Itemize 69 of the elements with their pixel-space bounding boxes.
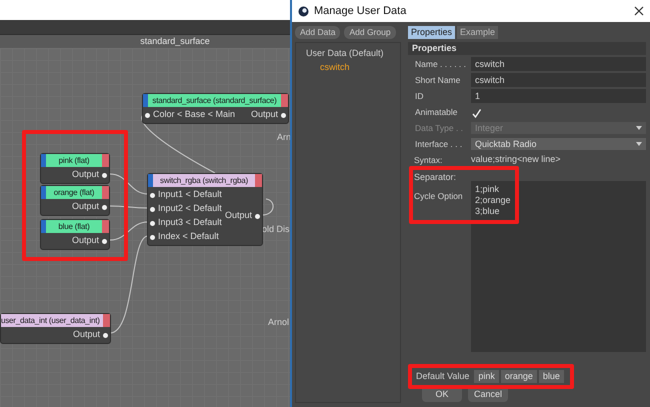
dropdown[interactable]: Quicktab Radio bbox=[471, 138, 646, 150]
option-tab[interactable]: blue bbox=[538, 370, 564, 383]
field-label: Default Value bbox=[416, 370, 470, 382]
tree-item[interactable]: User Data (Default) bbox=[300, 46, 396, 60]
caret-icon bbox=[636, 142, 642, 146]
port-label: Arnol bbox=[268, 316, 290, 329]
section-header: Properties bbox=[408, 42, 646, 55]
field-label: Name . . . . . . bbox=[414, 58, 468, 70]
port-icon[interactable] bbox=[102, 204, 107, 210]
dialog-title: Manage User Data bbox=[314, 4, 408, 19]
output-label: Output bbox=[72, 200, 99, 214]
output-label: Output bbox=[72, 168, 99, 182]
port-icon[interactable] bbox=[102, 172, 107, 178]
field-label: Separator: bbox=[413, 171, 458, 184]
node-header: user_data_int (user_data_int) bbox=[1, 314, 110, 327]
field-label: Data Type . . bbox=[414, 122, 464, 134]
node[interactable]: user_data_int (user_data_int) Output bbox=[0, 313, 111, 344]
port-icon[interactable] bbox=[281, 112, 286, 118]
field-label: ID bbox=[414, 90, 424, 102]
node[interactable]: pink (flat) Output bbox=[40, 153, 110, 184]
node-header: orange (flat) bbox=[41, 186, 109, 199]
checkbox[interactable] bbox=[471, 106, 482, 118]
connection-line bbox=[110, 206, 148, 208]
toolbar-button[interactable]: Add Data bbox=[295, 26, 340, 39]
node-header: switch_rgba (switch_rgba) bbox=[148, 174, 262, 187]
app-icon bbox=[298, 6, 309, 16]
node-header: standard_surface (standard_surface) bbox=[143, 94, 288, 107]
port-icon[interactable] bbox=[150, 206, 155, 212]
input-label: Index < Default bbox=[158, 230, 219, 244]
port-icon[interactable] bbox=[150, 220, 155, 226]
output-label: Output bbox=[72, 234, 99, 248]
input-label: Input2 < Default bbox=[158, 202, 222, 216]
node-header: pink (flat) bbox=[41, 154, 109, 167]
output-label: Output bbox=[72, 328, 100, 342]
field-label: Short Name bbox=[414, 74, 462, 86]
tree-item[interactable]: cswitch bbox=[300, 60, 396, 74]
port-icon[interactable] bbox=[145, 112, 150, 118]
connection-line bbox=[262, 198, 274, 216]
port-icon[interactable] bbox=[102, 238, 107, 244]
field-label: Cycle Option bbox=[413, 190, 464, 202]
port-icon[interactable] bbox=[255, 214, 260, 218]
tab[interactable]: Example bbox=[457, 26, 498, 39]
option-tab[interactable]: orange bbox=[500, 370, 537, 383]
input-field[interactable]: 1 bbox=[471, 89, 646, 103]
input-field[interactable]: cswitch bbox=[471, 57, 646, 71]
toolbar-button[interactable]: Add Group bbox=[344, 26, 396, 39]
field-label: Animatable bbox=[414, 106, 459, 118]
node[interactable]: blue (flat) Output bbox=[40, 219, 110, 250]
node[interactable]: orange (flat) Output bbox=[40, 185, 110, 216]
tab[interactable]: Properties bbox=[408, 26, 456, 39]
port-icon[interactable] bbox=[103, 332, 108, 338]
syntax-text: value;string<new line> bbox=[471, 153, 561, 166]
input-label: Input1 < Default bbox=[158, 188, 222, 202]
input-label: Input3 < Default bbox=[158, 216, 222, 230]
node-header: blue (flat) bbox=[41, 220, 109, 233]
text-area[interactable]: 1;pink 2;orange 3;blue bbox=[471, 181, 646, 352]
option-tab[interactable]: pink bbox=[474, 370, 499, 383]
caret-icon bbox=[636, 126, 642, 130]
port-icon[interactable] bbox=[150, 192, 155, 198]
node[interactable]: standard_surface (standard_surface) Color < Base < Main Output bbox=[142, 93, 289, 124]
output-label: Output bbox=[250, 108, 278, 122]
input-field[interactable]: cswitch bbox=[471, 73, 646, 87]
port-icon[interactable] bbox=[150, 234, 155, 240]
output-label: Output bbox=[224, 209, 252, 222]
field-label: Interface . . . bbox=[414, 138, 464, 150]
field-label: Syntax: bbox=[413, 154, 444, 166]
input-label: Color < Base < Main bbox=[153, 108, 236, 122]
editor-title: standard_surface bbox=[140, 36, 210, 46]
close-icon[interactable] bbox=[634, 6, 644, 16]
